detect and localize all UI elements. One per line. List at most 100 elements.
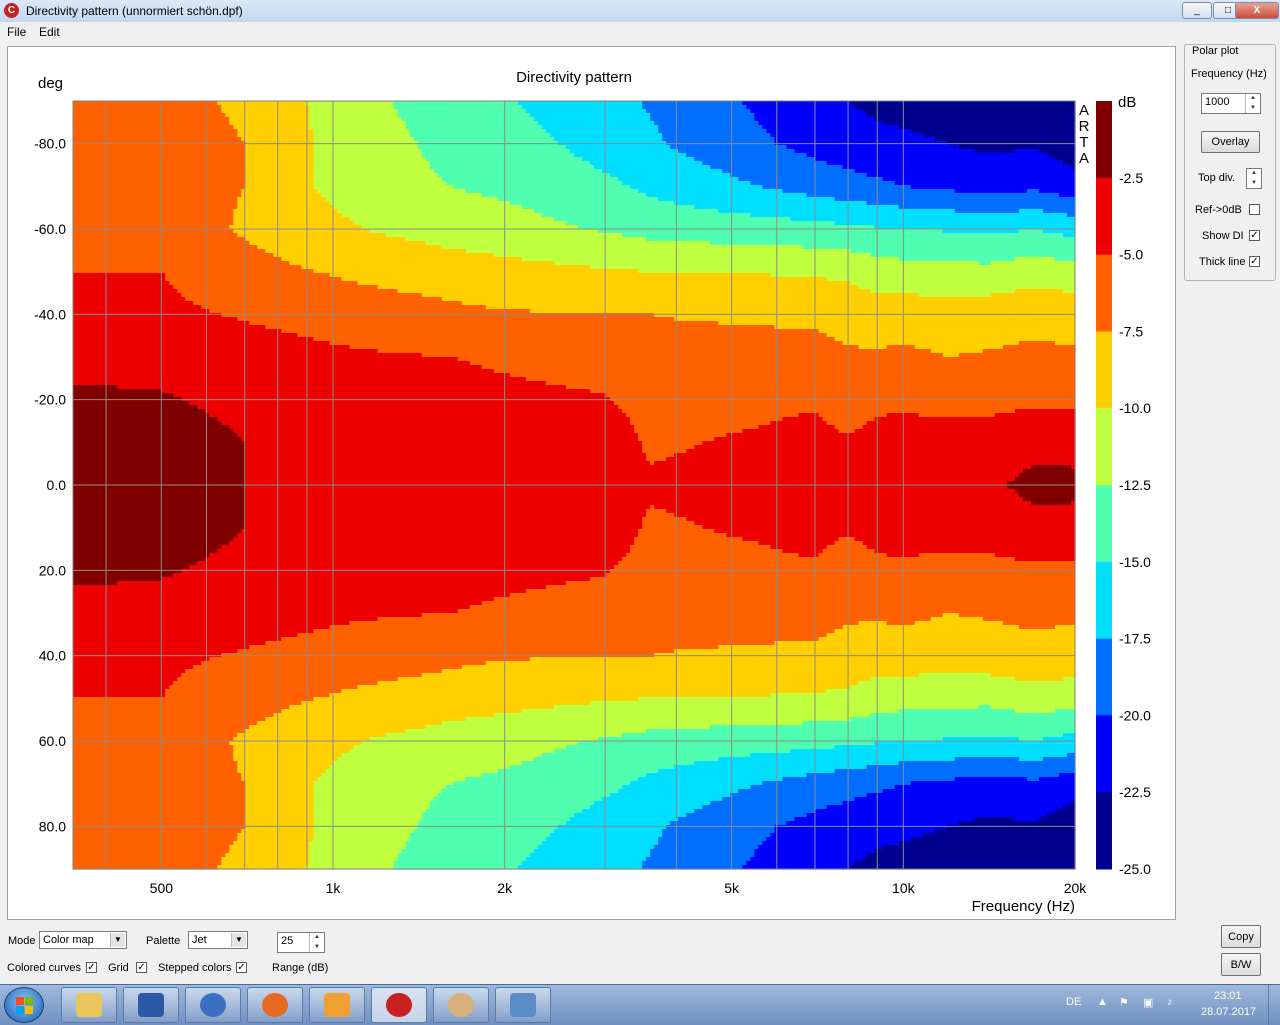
heatmap-cell bbox=[518, 101, 523, 106]
heatmap-cell bbox=[1035, 149, 1040, 154]
heatmap-cell bbox=[522, 129, 527, 134]
menu-edit[interactable]: Edit bbox=[39, 25, 60, 39]
heatmap-cell bbox=[418, 129, 423, 134]
heatmap-cell bbox=[722, 125, 727, 130]
close-button[interactable]: X bbox=[1235, 2, 1279, 19]
heatmap-cell bbox=[426, 157, 431, 162]
heatmap-cell bbox=[851, 133, 856, 138]
heatmap-cell bbox=[161, 173, 166, 178]
heatmap-cell bbox=[1019, 133, 1024, 138]
heatmap-cell bbox=[81, 161, 86, 166]
heatmap-cell bbox=[823, 113, 828, 118]
heatmap-cell bbox=[911, 169, 916, 174]
heatmap-cell bbox=[129, 133, 134, 138]
heatmap-cell bbox=[141, 173, 146, 178]
heatmap-cell bbox=[686, 105, 691, 110]
heatmap-cell bbox=[610, 161, 615, 166]
heatmap-cell bbox=[334, 105, 339, 110]
heatmap-cell bbox=[289, 149, 294, 154]
heatmap-cell bbox=[967, 125, 972, 130]
heatmap-cell bbox=[526, 133, 531, 138]
heatmap-cell bbox=[241, 145, 246, 150]
heatmap-cell bbox=[718, 121, 723, 126]
heatmap-cell bbox=[642, 161, 647, 166]
heatmap-cell bbox=[570, 105, 575, 110]
heatmap-cell bbox=[843, 133, 848, 138]
heatmap-cell bbox=[494, 145, 499, 150]
heatmap-cell bbox=[1031, 113, 1036, 118]
heatmap-cell bbox=[859, 101, 864, 106]
heatmap-cell bbox=[546, 177, 551, 182]
heatmap-cell bbox=[786, 133, 791, 138]
menu-file[interactable]: File bbox=[7, 25, 26, 39]
heatmap-cell bbox=[702, 125, 707, 130]
heatmap-cell bbox=[851, 125, 856, 130]
heatmap-cell bbox=[694, 165, 699, 170]
heatmap-cell bbox=[702, 129, 707, 134]
heatmap-cell bbox=[354, 129, 359, 134]
minimize-button[interactable]: _ bbox=[1182, 2, 1212, 19]
heatmap-cell bbox=[253, 121, 258, 126]
heatmap-cell bbox=[534, 165, 539, 170]
heatmap-cell bbox=[470, 113, 475, 118]
heatmap-cell bbox=[614, 161, 619, 166]
heatmap-cell bbox=[482, 161, 487, 166]
heatmap-cell bbox=[646, 105, 651, 110]
heatmap-cell bbox=[995, 129, 1000, 134]
heatmap-cell bbox=[594, 169, 599, 174]
heatmap-cell bbox=[414, 145, 419, 150]
heatmap-cell bbox=[622, 125, 627, 130]
heatmap-cell bbox=[706, 113, 711, 118]
heatmap-cell bbox=[334, 109, 339, 114]
heatmap-cell bbox=[165, 177, 170, 182]
heatmap-cell bbox=[919, 109, 924, 114]
heatmap-cell bbox=[297, 165, 302, 170]
heatmap-cell bbox=[939, 137, 944, 142]
heatmap-cell bbox=[919, 129, 924, 134]
heatmap-cell bbox=[137, 125, 142, 130]
heatmap-cell bbox=[658, 113, 663, 118]
heatmap-cell bbox=[762, 137, 767, 142]
heatmap-cell bbox=[346, 113, 351, 118]
heatmap-cell bbox=[285, 121, 290, 126]
heatmap-cell bbox=[1047, 153, 1052, 158]
heatmap-cell bbox=[686, 137, 691, 142]
heatmap-cell bbox=[554, 125, 559, 130]
heatmap-cell bbox=[979, 137, 984, 142]
heatmap-cell bbox=[590, 137, 595, 142]
heatmap-cell bbox=[478, 121, 483, 126]
heatmap-cell bbox=[394, 129, 399, 134]
heatmap-cell bbox=[702, 137, 707, 142]
heatmap-cell bbox=[582, 113, 587, 118]
heatmap-cell bbox=[217, 165, 222, 170]
heatmap-cell bbox=[225, 177, 230, 182]
heatmap-cell bbox=[915, 125, 920, 130]
heatmap-cell bbox=[446, 121, 451, 126]
heatmap-cell bbox=[923, 101, 928, 106]
heatmap-cell bbox=[498, 105, 503, 110]
heatmap-cell bbox=[462, 105, 467, 110]
heatmap-cell bbox=[935, 173, 940, 178]
heatmap-cell bbox=[165, 121, 170, 126]
heatmap-cell bbox=[867, 177, 872, 182]
heatmap-cell bbox=[430, 101, 435, 106]
arta-app-icon[interactable]: C bbox=[4, 3, 19, 18]
heatmap-cell bbox=[406, 173, 411, 178]
heatmap-cell bbox=[197, 121, 202, 126]
heatmap-cell bbox=[285, 157, 290, 162]
heatmap-cell bbox=[213, 153, 218, 158]
heatmap-cell bbox=[418, 125, 423, 130]
heatmap-cell bbox=[963, 133, 968, 138]
heatmap-cell bbox=[201, 113, 206, 118]
heatmap-cell bbox=[458, 165, 463, 170]
heatmap-cell bbox=[823, 117, 828, 122]
heatmap-cell bbox=[530, 137, 535, 142]
heatmap-cell bbox=[466, 105, 471, 110]
heatmap-cell bbox=[125, 117, 130, 122]
heatmap-cell bbox=[189, 133, 194, 138]
heatmap-cell bbox=[125, 153, 130, 158]
heatmap-cell bbox=[991, 101, 996, 106]
heatmap-cell bbox=[991, 125, 996, 130]
heatmap-cell bbox=[281, 145, 286, 150]
heatmap-cell bbox=[987, 125, 992, 130]
